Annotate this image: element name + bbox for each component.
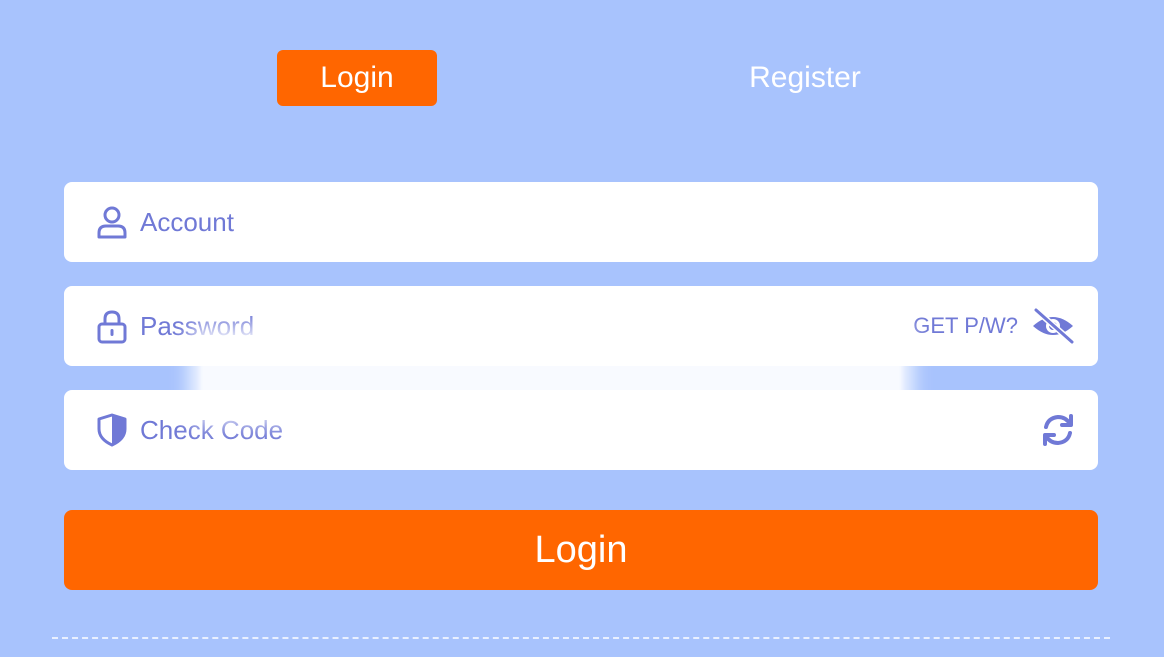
tab-register[interactable]: Register	[725, 50, 885, 106]
eye-slash-icon[interactable]	[1030, 306, 1076, 346]
user-icon	[94, 204, 130, 240]
login-register-tabs: Login Register	[0, 50, 1164, 106]
login-submit-button[interactable]: Login	[64, 510, 1098, 590]
shield-icon	[94, 412, 130, 448]
refresh-icon[interactable]	[1040, 412, 1076, 448]
get-password-link[interactable]: GET P/W?	[913, 286, 1018, 366]
captcha-popup-blurred	[200, 336, 902, 414]
dashed-divider	[52, 637, 1110, 639]
account-input[interactable]	[140, 182, 840, 262]
tab-login[interactable]: Login	[277, 50, 437, 106]
lock-icon	[94, 308, 130, 344]
account-field	[64, 182, 1098, 262]
